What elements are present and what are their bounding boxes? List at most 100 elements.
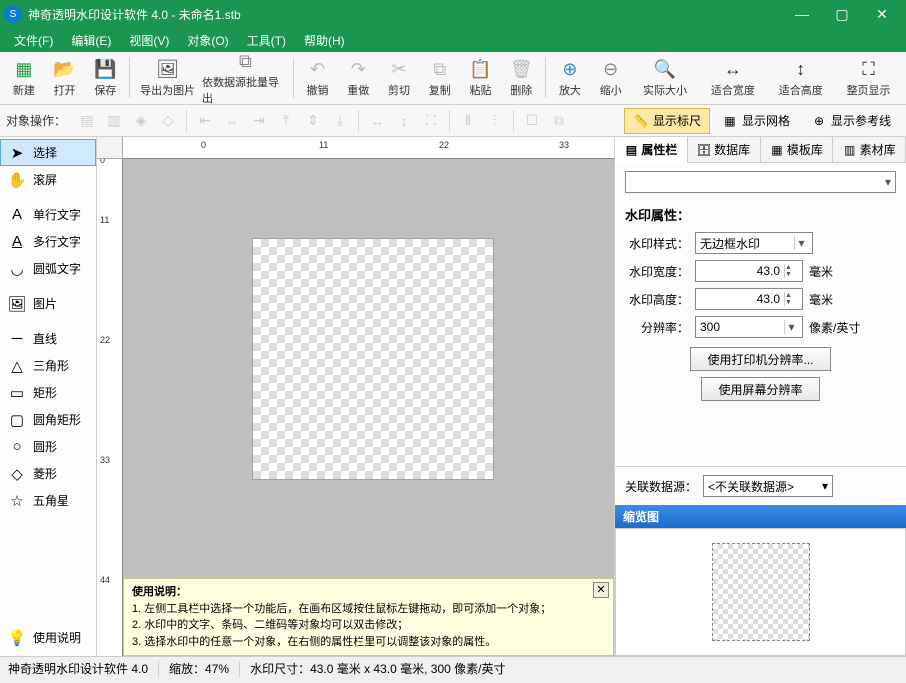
status-bar: 神奇透明水印设计软件 4.0 缩放：47% 水印尺寸：43.0 毫米 x 43.… bbox=[0, 656, 906, 680]
actual-size-icon: 🔍 bbox=[654, 58, 676, 80]
redo-icon: ↷ bbox=[347, 58, 369, 80]
fit-width-icon: ↔ bbox=[722, 58, 744, 80]
star-icon: ☆ bbox=[8, 492, 26, 510]
minimize-button[interactable]: — bbox=[782, 0, 822, 28]
dpi-dropdown[interactable]: 300▾ bbox=[695, 316, 803, 338]
save-icon: 💾 bbox=[94, 58, 116, 80]
copy-button[interactable]: ⧉复制 bbox=[420, 54, 460, 102]
arc-text-icon: ◡ bbox=[8, 260, 26, 278]
style-dropdown[interactable]: 无边框水印▾ bbox=[695, 232, 813, 254]
tab-database[interactable]: 🗄数据库 bbox=[688, 137, 761, 162]
fit-height-icon: ↕ bbox=[790, 58, 812, 80]
menu-bar: 文件(F) 编辑(E) 视图(V) 对象(O) 工具(T) 帮助(H) bbox=[0, 28, 906, 52]
assoc-label: 关联数据源： bbox=[625, 478, 697, 495]
tab-properties[interactable]: ▤属性栏 bbox=[615, 137, 688, 163]
status-zoom: 缩放：47% bbox=[169, 660, 229, 677]
assoc-dropdown[interactable]: <不关联数据源>▾ bbox=[703, 475, 833, 497]
align-center-v-button[interactable]: ⇕ bbox=[301, 109, 325, 133]
cut-button[interactable]: ✂剪切 bbox=[379, 54, 419, 102]
menu-help[interactable]: 帮助(H) bbox=[296, 29, 353, 52]
maximize-button[interactable]: ▢ bbox=[822, 0, 862, 28]
export-image-button[interactable]: 🖼导出为图片 bbox=[134, 54, 201, 102]
single-text-tool[interactable]: A单行文字 bbox=[0, 201, 96, 228]
close-button[interactable]: ✕ bbox=[862, 0, 902, 28]
dpi-label: 分辨率： bbox=[625, 319, 689, 336]
paste-button[interactable]: 📋粘贴 bbox=[461, 54, 501, 102]
new-icon: ▦ bbox=[13, 58, 35, 80]
pan-tool[interactable]: ✋滚屏 bbox=[0, 166, 96, 193]
save-button[interactable]: 💾保存 bbox=[86, 54, 126, 102]
tab-templates[interactable]: ▦模板库 bbox=[761, 137, 834, 162]
menu-file[interactable]: 文件(F) bbox=[6, 29, 61, 52]
delete-button[interactable]: 🗑删除 bbox=[501, 54, 541, 102]
align-left-button[interactable]: ⇤ bbox=[193, 109, 217, 133]
align-bottom-button[interactable]: ⤓ bbox=[328, 109, 352, 133]
send-backward-button[interactable]: ◇ bbox=[156, 109, 180, 133]
same-size-button[interactable]: ⛶ bbox=[419, 109, 443, 133]
ruler-horizontal[interactable]: 0 11 22 33 bbox=[123, 137, 614, 159]
align-top-button[interactable]: ⤒ bbox=[274, 109, 298, 133]
menu-object[interactable]: 对象(O) bbox=[179, 29, 236, 52]
height-input[interactable]: 43.0▲▼ bbox=[695, 288, 803, 310]
help-line-2: 2. 水印中的文字、条码、二维码等对象均可以双击修改； bbox=[132, 617, 605, 634]
undo-button[interactable]: ↶撤销 bbox=[298, 54, 338, 102]
star-tool[interactable]: ☆五角星 bbox=[0, 487, 96, 514]
distribute-v-button[interactable]: ⫶ bbox=[483, 109, 507, 133]
menu-tools[interactable]: 工具(T) bbox=[239, 29, 294, 52]
diamond-tool[interactable]: ◇菱形 bbox=[0, 460, 96, 487]
zoom-out-button[interactable]: ⊖缩小 bbox=[591, 54, 631, 102]
hand-icon: ✋ bbox=[8, 171, 26, 189]
bring-front-button[interactable]: ▤ bbox=[75, 109, 99, 133]
same-height-button[interactable]: ↕ bbox=[392, 109, 416, 133]
new-button[interactable]: ▦新建 bbox=[4, 54, 44, 102]
redo-button[interactable]: ↷重做 bbox=[338, 54, 378, 102]
multi-text-tool[interactable]: A多行文字 bbox=[0, 228, 96, 255]
fit-page-button[interactable]: ⛶整页显示 bbox=[835, 54, 902, 102]
ruler-vertical[interactable]: 0 11 22 33 44 bbox=[97, 159, 123, 656]
zoom-in-button[interactable]: ⊕放大 bbox=[550, 54, 590, 102]
rect-tool[interactable]: ▭矩形 bbox=[0, 379, 96, 406]
actual-size-button[interactable]: 🔍实际大小 bbox=[632, 54, 699, 102]
triangle-tool[interactable]: △三角形 bbox=[0, 352, 96, 379]
menu-view[interactable]: 视图(V) bbox=[121, 29, 177, 52]
copy-icon: ⧉ bbox=[429, 58, 451, 80]
fit-width-button[interactable]: ↔适合宽度 bbox=[699, 54, 766, 102]
canvas-viewport[interactable]: ✕ 使用说明： 1. 左侧工具栏中选择一个功能后，在画布区域按住鼠标左键拖动，即… bbox=[123, 159, 614, 656]
image-tool[interactable]: 🖼图片 bbox=[0, 290, 96, 317]
help-toggle-button[interactable]: 💡使用说明 bbox=[0, 624, 96, 651]
group-button[interactable]: ☐ bbox=[520, 109, 544, 133]
object-selector-dropdown[interactable]: ▾ bbox=[625, 171, 896, 193]
use-printer-dpi-button[interactable]: 使用打印机分辨率... bbox=[690, 347, 830, 371]
left-tool-panel: ➤选择 ✋滚屏 A单行文字 A多行文字 ◡圆弧文字 🖼图片 ─直线 △三角形 ▭… bbox=[0, 137, 97, 656]
select-tool[interactable]: ➤选择 bbox=[0, 139, 96, 166]
round-rect-icon: ▢ bbox=[8, 411, 26, 429]
undo-icon: ↶ bbox=[307, 58, 329, 80]
bring-forward-button[interactable]: ◈ bbox=[129, 109, 153, 133]
app-icon: S bbox=[4, 5, 22, 23]
fit-height-button[interactable]: ↕适合高度 bbox=[767, 54, 834, 102]
same-width-button[interactable]: ↔ bbox=[365, 109, 389, 133]
help-title: 使用说明： bbox=[132, 584, 605, 601]
align-center-h-button[interactable]: ⇔ bbox=[220, 109, 244, 133]
align-right-button[interactable]: ⇥ bbox=[247, 109, 271, 133]
show-guides-toggle[interactable]: ⊕显示参考线 bbox=[802, 108, 900, 134]
ungroup-button[interactable]: ⧉ bbox=[547, 109, 571, 133]
batch-export-button[interactable]: ⧉依数据源批量导出 bbox=[202, 54, 289, 102]
help-line-3: 3. 选择水印中的任意一个对象，在右侧的属性栏里可以调整该对象的属性。 bbox=[132, 634, 605, 651]
main-toolbar: ▦新建 📂打开 💾保存 🖼导出为图片 ⧉依数据源批量导出 ↶撤销 ↷重做 ✂剪切… bbox=[0, 52, 906, 105]
width-input[interactable]: 43.0▲▼ bbox=[695, 260, 803, 282]
canvas[interactable] bbox=[253, 239, 493, 479]
distribute-h-button[interactable]: ⫴ bbox=[456, 109, 480, 133]
send-back-button[interactable]: ▥ bbox=[102, 109, 126, 133]
ellipse-tool[interactable]: ○圆形 bbox=[0, 433, 96, 460]
show-grid-toggle[interactable]: ▦显示网格 bbox=[713, 108, 799, 134]
line-tool[interactable]: ─直线 bbox=[0, 325, 96, 352]
arc-text-tool[interactable]: ◡圆弧文字 bbox=[0, 255, 96, 282]
open-button[interactable]: 📂打开 bbox=[45, 54, 85, 102]
help-close-button[interactable]: ✕ bbox=[593, 582, 609, 598]
menu-edit[interactable]: 编辑(E) bbox=[63, 29, 119, 52]
show-ruler-toggle[interactable]: 📏显示标尺 bbox=[624, 108, 710, 134]
tab-assets[interactable]: ▥素材库 bbox=[833, 137, 906, 162]
use-screen-dpi-button[interactable]: 使用屏幕分辨率 bbox=[701, 377, 819, 401]
round-rect-tool[interactable]: ▢圆角矩形 bbox=[0, 406, 96, 433]
